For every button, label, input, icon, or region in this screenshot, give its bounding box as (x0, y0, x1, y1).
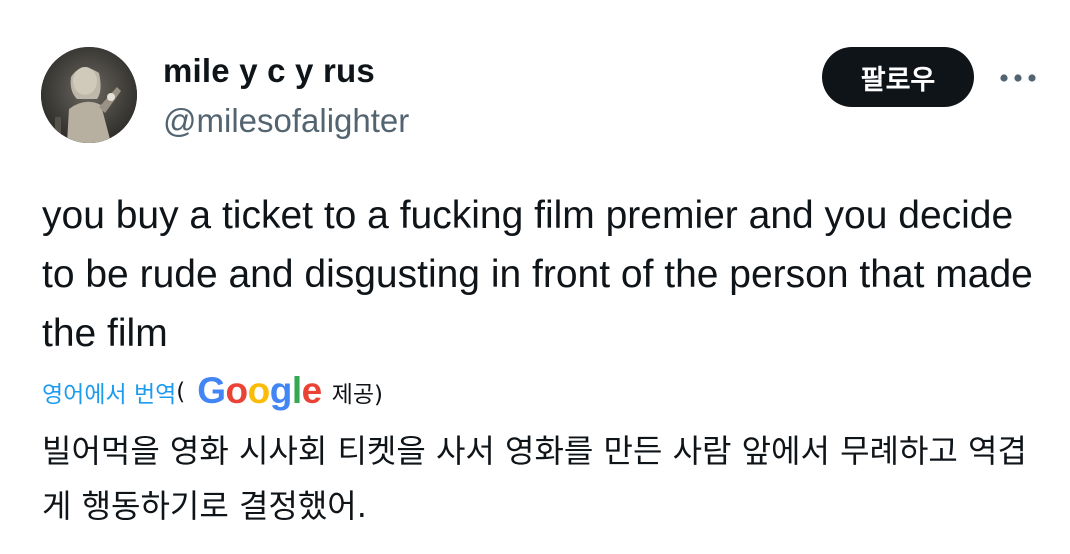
avatar[interactable] (41, 47, 137, 143)
follow-button[interactable]: 팔로우 (822, 47, 974, 107)
translation-attribution: 영어에서 번역 ( Google 제공) (42, 370, 384, 412)
tweet-text: you buy a ticket to a fucking film premi… (42, 194, 1033, 355)
more-horizontal-icon (1000, 74, 1036, 82)
translated-text: 빌어먹을 영화 시사회 티켓을 사서 영화를 만든 사람 앞에서 무례하고 역겹… (42, 432, 1027, 525)
profile-photo-icon (41, 47, 137, 143)
translate-link[interactable]: 영어에서 번역 (42, 375, 176, 409)
display-name[interactable]: mile y c y rus (163, 52, 375, 90)
paren-open: ( (176, 379, 186, 405)
more-options-button[interactable] (996, 58, 1040, 98)
handle[interactable]: @milesofalighter (163, 102, 409, 140)
provided-by-label: 제공) (331, 382, 384, 408)
google-logo: Google (197, 370, 322, 411)
